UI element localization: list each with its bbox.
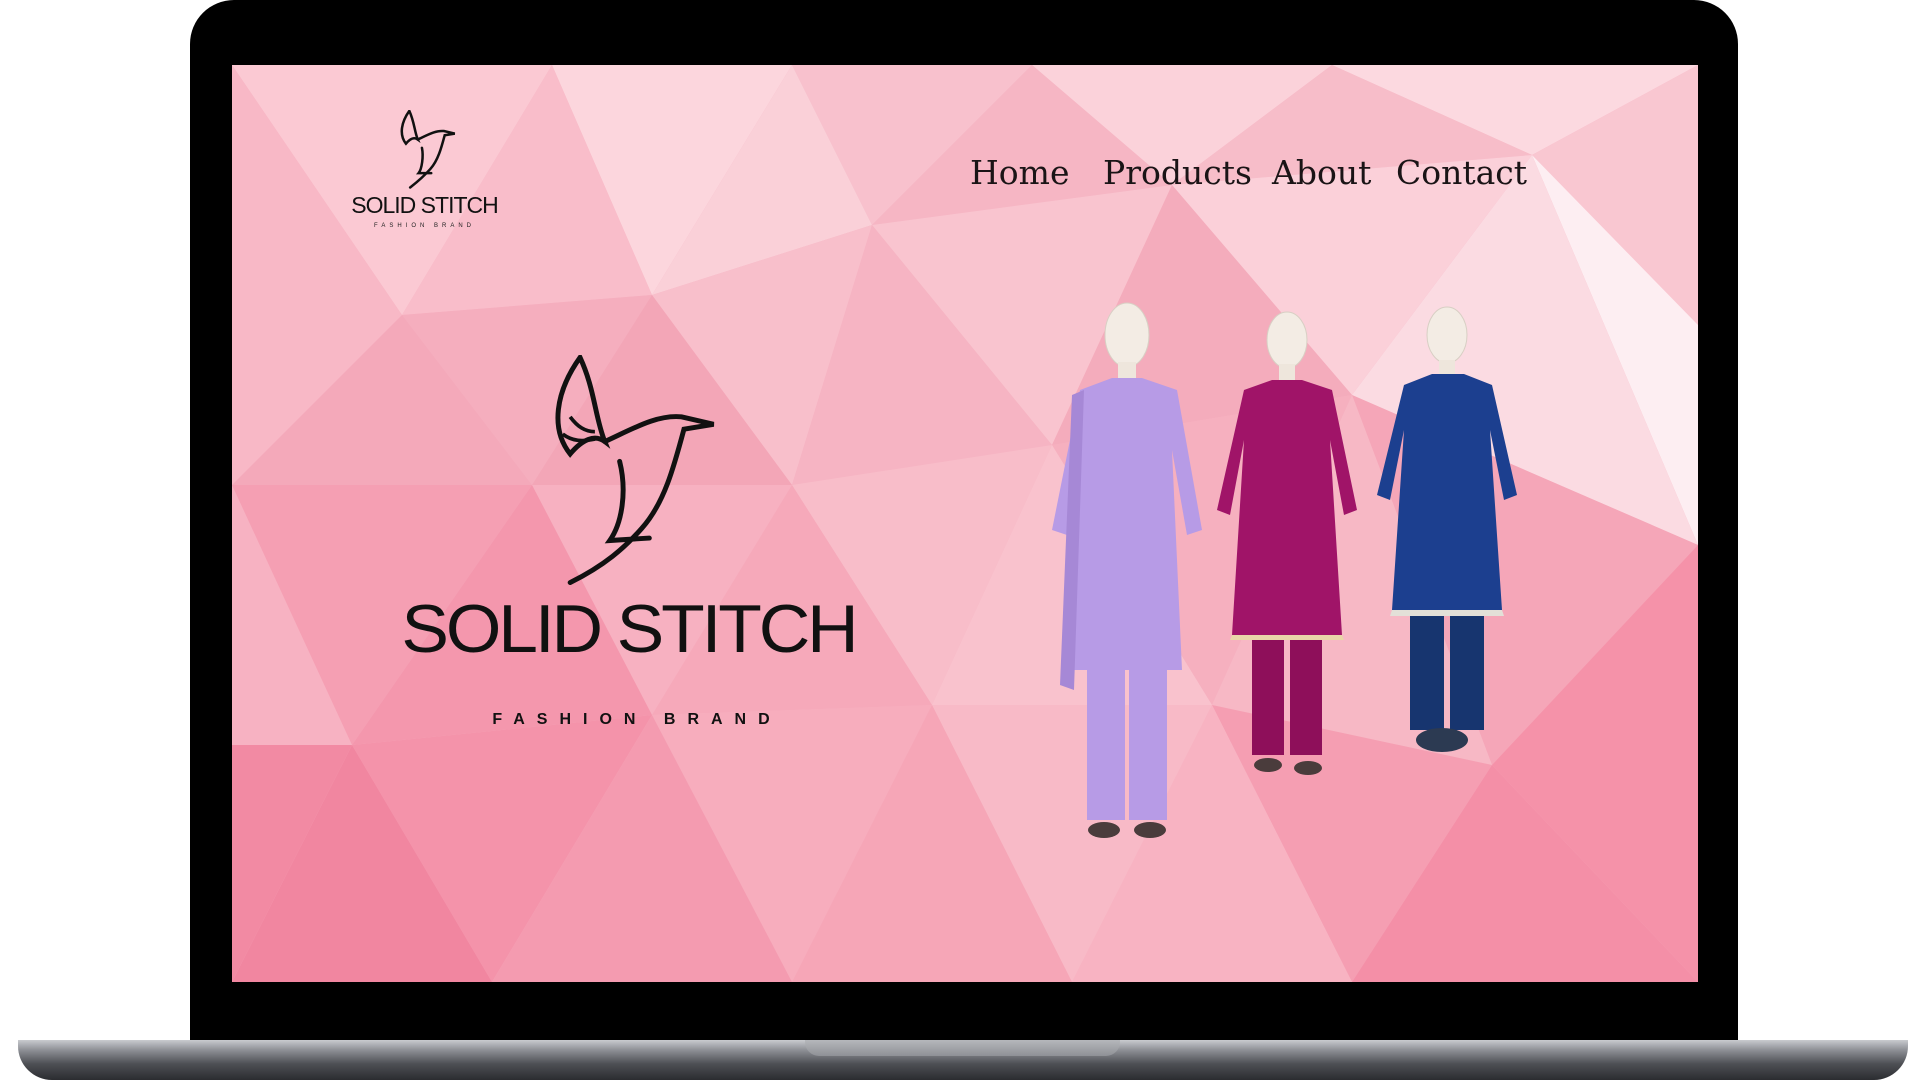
mannequin-navy-outfit[interactable]: [1377, 306, 1517, 752]
laptop-notch: [805, 1040, 1120, 1056]
nav-products-link[interactable]: Products: [1103, 153, 1252, 192]
nav-home-link[interactable]: Home: [970, 153, 1069, 192]
hero-brand-tagline: FASHION BRAND: [492, 711, 782, 728]
product-mannequins: [1052, 302, 1517, 838]
nav-contact-link[interactable]: Contact: [1396, 153, 1527, 192]
bird-logo-icon: [400, 110, 456, 189]
mannequin-magenta-outfit[interactable]: [1217, 311, 1357, 775]
hero-brand-name: SOLID STITCH: [401, 591, 858, 667]
website-screen: SOLID STITCH FASHION BRAND Home Products…: [232, 65, 1698, 982]
hero-bird-icon: [555, 355, 715, 586]
header-logo-tagline: FASHION BRAND: [373, 223, 475, 229]
header-logo[interactable]: SOLID STITCH FASHION BRAND: [342, 110, 522, 230]
header-logo-text: SOLID STITCH: [351, 192, 498, 218]
mannequin-lavender-outfit[interactable]: [1052, 302, 1202, 838]
nav-about-link[interactable]: About: [1272, 153, 1371, 192]
